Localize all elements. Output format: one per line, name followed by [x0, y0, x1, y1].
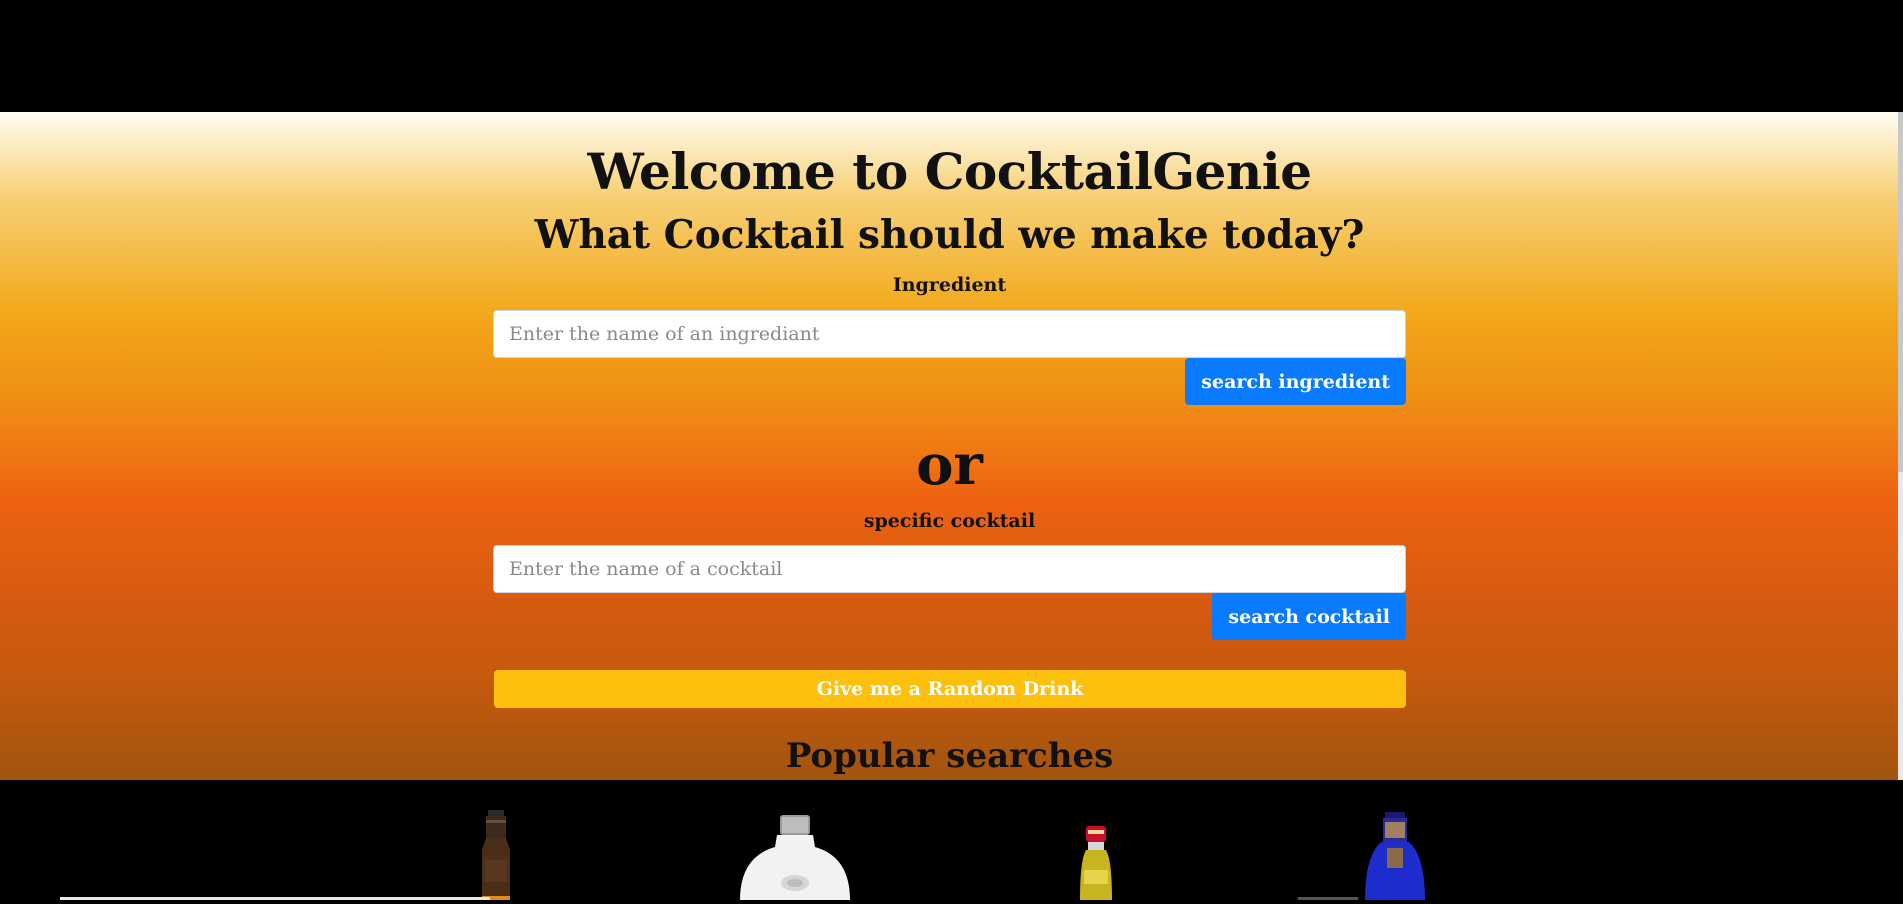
- ingredient-label: Ingredient: [892, 274, 1007, 296]
- gin-bottle-icon[interactable]: [1355, 812, 1435, 904]
- search-cocktail-button[interactable]: search cocktail: [1212, 593, 1406, 640]
- scrollbar-thumb[interactable]: [1898, 112, 1903, 472]
- vodka-bottle-icon[interactable]: [735, 813, 855, 904]
- search-ingredient-button[interactable]: search ingredient: [1185, 358, 1406, 405]
- liqueur-bottle-icon[interactable]: [1072, 826, 1120, 904]
- random-drink-button[interactable]: Give me a Random Drink: [494, 670, 1406, 708]
- popular-searches-heading: Popular searches: [785, 736, 1114, 776]
- page-subtitle: What Cocktail should we make today?: [534, 212, 1365, 258]
- or-divider: or: [916, 432, 983, 498]
- cocktail-label: specific cocktail: [863, 510, 1036, 532]
- ingredient-search-input[interactable]: [493, 310, 1406, 358]
- top-navbar: [0, 0, 1903, 112]
- whiskey-bottle-icon[interactable]: [466, 810, 526, 904]
- cocktail-search-input[interactable]: [493, 545, 1406, 593]
- page-title: Welcome to CocktailGenie: [587, 142, 1312, 201]
